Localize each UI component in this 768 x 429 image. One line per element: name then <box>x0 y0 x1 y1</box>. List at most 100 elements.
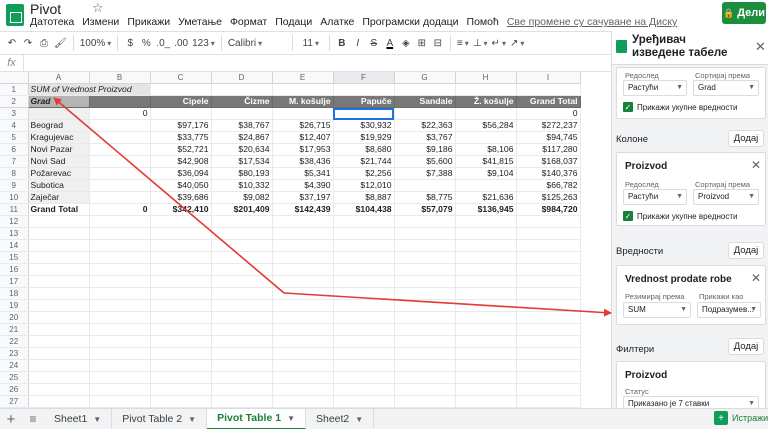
grid-cell[interactable] <box>455 383 517 397</box>
grid-cell[interactable] <box>394 395 456 408</box>
grid-cell[interactable] <box>28 215 90 229</box>
grid-cell[interactable] <box>333 287 395 301</box>
grid-cell[interactable] <box>333 395 395 408</box>
value-cell[interactable] <box>89 119 151 133</box>
grid-cell[interactable] <box>333 227 395 241</box>
grid-cell[interactable] <box>89 239 151 253</box>
column-header[interactable]: C <box>150 72 212 85</box>
grid-cell[interactable] <box>89 359 151 373</box>
grid-cell[interactable] <box>455 371 517 385</box>
value-cell[interactable] <box>89 167 151 181</box>
value-cell[interactable]: $5,600 <box>394 155 456 169</box>
grid-cell[interactable] <box>516 263 581 277</box>
grid-cell[interactable] <box>272 347 334 361</box>
row-label-cell[interactable]: Požarevac <box>28 167 90 181</box>
text-color-button[interactable]: A <box>382 33 398 53</box>
row-number[interactable]: 26 <box>0 383 29 397</box>
grid-cell[interactable] <box>28 239 90 253</box>
grid-cell[interactable] <box>394 359 456 373</box>
column-label-cell[interactable]: Ž. košulje <box>455 95 517 109</box>
grid-cell[interactable] <box>516 395 581 408</box>
row-number[interactable]: 5 <box>0 131 29 145</box>
grid-cell[interactable] <box>455 251 517 265</box>
grid-cell[interactable] <box>394 347 456 361</box>
column-header[interactable]: E <box>272 72 334 85</box>
italic-button[interactable]: I <box>350 33 366 53</box>
column-header[interactable]: I <box>516 72 581 85</box>
grid-cell[interactable] <box>333 371 395 385</box>
grid-cell[interactable] <box>455 275 517 289</box>
save-status-link[interactable]: Све промене су сачуване на Диску <box>507 16 677 28</box>
grid-cell[interactable] <box>272 287 334 301</box>
menu-insert[interactable]: Уметање <box>178 16 222 28</box>
grid-cell[interactable] <box>89 347 151 361</box>
row-number[interactable]: 6 <box>0 143 29 157</box>
chevron-down-icon[interactable]: ▼ <box>188 415 196 424</box>
grid-cell[interactable] <box>28 287 90 301</box>
number-format-select[interactable]: 123 <box>190 33 217 53</box>
grid-cell[interactable] <box>89 371 151 385</box>
grid-cell[interactable] <box>455 227 517 241</box>
grid-cell[interactable] <box>211 287 273 301</box>
grid-cell[interactable] <box>211 83 273 97</box>
grid-cell[interactable] <box>394 287 456 301</box>
chevron-down-icon[interactable]: ▼ <box>355 415 363 424</box>
row-label-cell[interactable]: Novi Sad <box>28 155 90 169</box>
grid-cell[interactable] <box>89 227 151 241</box>
grid-cell[interactable] <box>150 335 212 349</box>
grid-cell[interactable] <box>150 227 212 241</box>
grid-cell[interactable] <box>28 311 90 325</box>
grid-cell[interactable] <box>455 215 517 229</box>
grid-cell[interactable] <box>516 251 581 265</box>
grid-cell[interactable] <box>28 371 90 385</box>
increase-decimal-button[interactable]: .00 <box>172 33 190 53</box>
grid-cell[interactable] <box>272 251 334 265</box>
grid-cell[interactable] <box>89 299 151 313</box>
add-filter-button[interactable]: Додај <box>728 338 764 355</box>
column-header[interactable]: F <box>333 72 395 85</box>
grid-cell[interactable] <box>28 227 90 241</box>
value-cell[interactable]: $9,104 <box>455 167 517 181</box>
value-cell[interactable]: $24,867 <box>211 131 273 145</box>
grand-total-cell[interactable]: $201,409 <box>211 203 273 217</box>
grid-cell[interactable] <box>272 83 334 97</box>
grid-cell[interactable] <box>272 215 334 229</box>
grid-cell[interactable] <box>516 311 581 325</box>
grid-cell[interactable] <box>394 263 456 277</box>
close-icon[interactable]: ✕ <box>755 39 766 55</box>
strikethrough-button[interactable]: S <box>366 33 382 53</box>
row-number[interactable]: 16 <box>0 263 29 277</box>
grid-cell[interactable] <box>150 107 212 121</box>
value-cell[interactable] <box>89 191 151 205</box>
horizontal-align-icon[interactable]: ≡ <box>455 33 471 53</box>
grid-cell[interactable] <box>211 239 273 253</box>
grid-cell[interactable] <box>28 383 90 397</box>
grid-cell[interactable] <box>28 395 90 408</box>
row-label-cell[interactable]: Kragujevac <box>28 131 90 145</box>
row-number[interactable]: 13 <box>0 227 29 241</box>
grid-cell[interactable] <box>516 275 581 289</box>
row-number[interactable]: 23 <box>0 347 29 361</box>
grand-total-cell[interactable]: $142,439 <box>272 203 334 217</box>
grand-total-label[interactable]: Grand Total <box>28 203 90 217</box>
grid-cell[interactable] <box>455 287 517 301</box>
column-label-cell[interactable]: Sandale <box>394 95 456 109</box>
grid-cell[interactable] <box>89 311 151 325</box>
grid-cell[interactable] <box>333 263 395 277</box>
grid-cell[interactable] <box>28 275 90 289</box>
value-cell[interactable]: $10,332 <box>211 179 273 193</box>
grid-cell[interactable] <box>89 335 151 349</box>
value-cell[interactable] <box>394 179 456 193</box>
formula-input[interactable] <box>24 55 611 71</box>
grid-cell[interactable] <box>333 251 395 265</box>
value-cell[interactable] <box>455 179 517 193</box>
percent-format-button[interactable]: % <box>138 33 154 53</box>
status-select[interactable]: Приказано је 7 ставки ▼ <box>623 396 759 408</box>
column-label-cell[interactable]: Cipele <box>150 95 212 109</box>
value-cell[interactable]: $8,680 <box>333 143 395 157</box>
grid-cell[interactable] <box>28 347 90 361</box>
value-cell[interactable]: $21,744 <box>333 155 395 169</box>
column-label-cell[interactable]: Čizme <box>211 95 273 109</box>
grid-cell[interactable] <box>89 395 151 408</box>
grid-cell[interactable] <box>211 107 273 121</box>
